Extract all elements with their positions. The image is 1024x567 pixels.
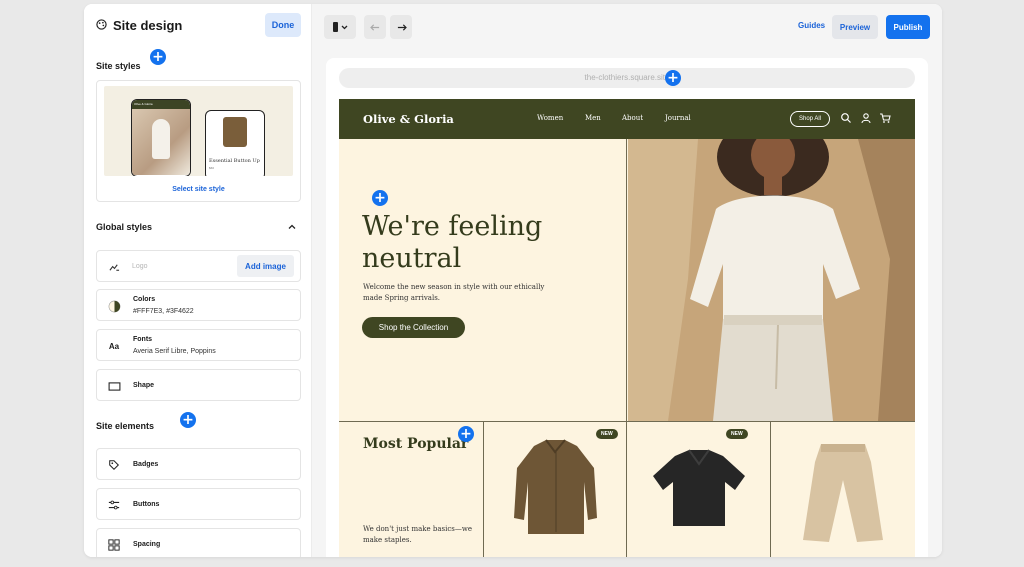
colors-label: Colors bbox=[133, 296, 156, 303]
site-header[interactable]: Olive & Gloria Women Men About Journal S… bbox=[339, 99, 915, 139]
site-brand[interactable]: Olive & Gloria bbox=[363, 112, 454, 126]
editor-area: Guides Preview Publish the-clothiers.squ… bbox=[312, 4, 942, 557]
undo-icon bbox=[369, 23, 379, 31]
chevron-up-icon[interactable] bbox=[287, 222, 297, 232]
spacing-row[interactable]: Spacing bbox=[96, 528, 301, 557]
add-section-plus-icon[interactable]: + bbox=[665, 70, 681, 86]
redo-icon bbox=[397, 23, 407, 31]
new-badge: NEW bbox=[726, 429, 748, 439]
nav-link-women[interactable]: Women bbox=[537, 114, 563, 122]
site-elements-heading: Site elements bbox=[96, 421, 155, 431]
phone-preview-home: Olive & Gloria bbox=[131, 99, 191, 176]
tag-icon bbox=[107, 458, 121, 472]
fonts-label: Fonts bbox=[133, 336, 153, 343]
logo-row: Logo Add image bbox=[96, 250, 301, 282]
add-section-plus-icon[interactable]: + bbox=[150, 49, 166, 65]
shirt-thumbnail bbox=[223, 117, 247, 147]
product-card[interactable]: NEW bbox=[627, 422, 771, 557]
cart-icon[interactable] bbox=[879, 112, 891, 124]
website-preview[interactable]: Olive & Gloria Women Men About Journal S… bbox=[339, 99, 915, 557]
shop-all-button[interactable]: Shop All bbox=[790, 111, 830, 127]
new-badge: NEW bbox=[596, 429, 618, 439]
badges-label: Badges bbox=[133, 461, 159, 468]
hero-photo-model[interactable] bbox=[628, 139, 915, 421]
url-bar: the-clothiers.square.site bbox=[339, 68, 915, 88]
site-style-preview: Olive & Gloria Essential Button Up $60 bbox=[104, 86, 293, 176]
buttons-row[interactable]: Buttons bbox=[96, 488, 301, 520]
product-card[interactable]: NEW bbox=[484, 422, 627, 557]
sliders-icon bbox=[107, 498, 121, 512]
most-popular-intro[interactable]: Most Popular + We don't just make basics… bbox=[339, 422, 484, 557]
select-site-style-link[interactable]: Select site style bbox=[97, 186, 300, 193]
colors-row[interactable]: Colors #FFF7E3, #3F4622 bbox=[96, 289, 301, 321]
nav-link-men[interactable]: Men bbox=[585, 114, 601, 122]
phone-preview-photo bbox=[132, 109, 190, 175]
most-popular-section[interactable]: Most Popular + We don't just make basics… bbox=[339, 421, 915, 557]
mobile-icon bbox=[333, 22, 348, 32]
add-section-plus-icon[interactable]: + bbox=[180, 412, 196, 428]
phone-preview-product-name: Essential Button Up bbox=[209, 158, 260, 164]
colors-value: #FFF7E3, #3F4622 bbox=[133, 308, 194, 315]
model-illustration bbox=[628, 139, 915, 421]
spacing-label: Spacing bbox=[133, 541, 161, 548]
add-section-plus-icon[interactable]: + bbox=[458, 426, 474, 442]
phone-preview-brand: Olive & Gloria bbox=[132, 100, 190, 109]
shape-label: Shape bbox=[133, 382, 155, 389]
badges-row[interactable]: Badges bbox=[96, 448, 301, 480]
fonts-value: Averia Serif Libre, Poppins bbox=[133, 348, 216, 355]
site-styles-heading: Site styles bbox=[96, 61, 141, 71]
done-button[interactable]: Done bbox=[265, 13, 301, 37]
preview-button[interactable]: Preview bbox=[832, 15, 878, 39]
site-canvas: the-clothiers.square.site + Olive & Glor… bbox=[326, 58, 928, 557]
color-swatch-icon bbox=[107, 299, 121, 313]
hero-title[interactable]: We're feeling neutral bbox=[362, 211, 612, 275]
design-panel: Site design Done Site styles + Olive & G… bbox=[84, 4, 312, 557]
phone-preview-product: Essential Button Up $60 bbox=[205, 110, 265, 176]
site-design-app: Site design Done Site styles + Olive & G… bbox=[84, 4, 942, 557]
redo-button[interactable] bbox=[390, 15, 412, 39]
logo-icon bbox=[107, 260, 121, 274]
shop-collection-button[interactable]: Shop the Collection bbox=[362, 317, 465, 338]
buttons-label: Buttons bbox=[133, 501, 160, 508]
black-polo-image bbox=[653, 449, 745, 526]
hero-subtitle[interactable]: Welcome the new season in style with our… bbox=[363, 282, 553, 304]
guides-link[interactable]: Guides bbox=[798, 21, 825, 30]
brown-shirt-image bbox=[514, 439, 597, 534]
fonts-row[interactable]: Aa Fonts Averia Serif Libre, Poppins bbox=[96, 329, 301, 361]
site-style-card[interactable]: Olive & Gloria Essential Button Up $60 S… bbox=[96, 80, 301, 202]
nav-link-journal[interactable]: Journal bbox=[665, 114, 691, 122]
logo-placeholder: Logo bbox=[132, 263, 148, 270]
search-icon[interactable] bbox=[840, 112, 852, 124]
account-icon[interactable] bbox=[860, 112, 872, 124]
most-popular-title[interactable]: Most Popular bbox=[363, 436, 468, 452]
panel-header: Site design bbox=[96, 18, 182, 33]
device-selector[interactable] bbox=[324, 15, 356, 39]
add-section-plus-icon[interactable]: + bbox=[372, 190, 388, 206]
palette-icon bbox=[96, 18, 107, 33]
phone-preview-product-price: $60 bbox=[209, 166, 215, 170]
rectangle-icon bbox=[107, 379, 121, 393]
hero-text-block[interactable]: + We're feeling neutral Welcome the new … bbox=[339, 139, 627, 421]
beige-trousers-image bbox=[803, 444, 883, 542]
panel-title: Site design bbox=[113, 18, 183, 33]
publish-button[interactable]: Publish bbox=[886, 15, 930, 39]
add-image-button[interactable]: Add image bbox=[237, 255, 294, 277]
nav-link-about[interactable]: About bbox=[622, 114, 643, 122]
undo-button[interactable] bbox=[364, 15, 386, 39]
grid-icon bbox=[107, 538, 121, 552]
product-card[interactable] bbox=[771, 422, 915, 557]
most-popular-subtitle[interactable]: We don't just make basics—we make staple… bbox=[363, 524, 478, 546]
global-styles-heading: Global styles bbox=[96, 222, 153, 232]
shape-row[interactable]: Shape bbox=[96, 369, 301, 401]
fonts-icon: Aa bbox=[108, 341, 120, 351]
